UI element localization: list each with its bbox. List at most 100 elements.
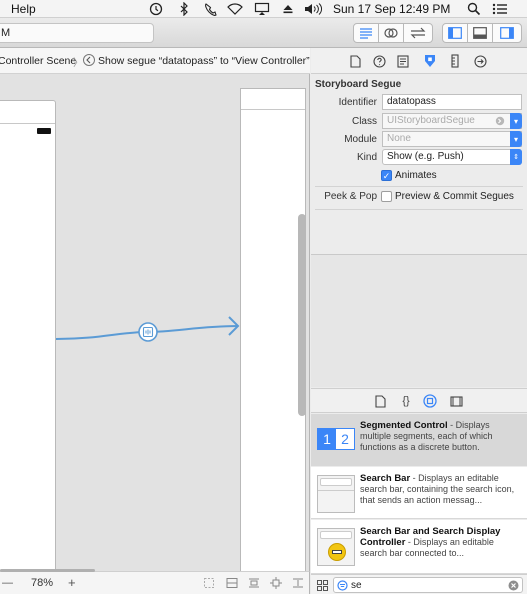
class-go-icon[interactable]: [495, 116, 505, 126]
menubar-clock[interactable]: Sun 17 Sep 12:49 PM: [333, 2, 450, 16]
version-editor-icon: [410, 27, 426, 39]
class-placeholder: UIStoryboardSegue: [387, 115, 475, 126]
volume-icon[interactable]: [303, 1, 325, 17]
zoom-in-button[interactable]: +: [68, 575, 76, 590]
library-item-search-bar[interactable]: Search Bar - Displays an editable search…: [311, 467, 527, 519]
class-field[interactable]: UIStoryboardSegue ▾: [382, 113, 522, 129]
menu-bar: Help Sun 17 Sep 12:49 PM: [0, 0, 527, 18]
utilities-area: Storyboard Segue Identifier datatopass C…: [311, 48, 527, 594]
airplay-icon[interactable]: [254, 1, 270, 17]
peek-pop-checkbox[interactable]: [381, 191, 392, 202]
help-icon: [372, 54, 386, 68]
inspector-empty-area: [311, 255, 527, 387]
segue-connection[interactable]: [0, 74, 310, 571]
section-divider: [315, 209, 523, 210]
notification-center-icon[interactable]: [492, 1, 508, 17]
wifi-icon[interactable]: [227, 1, 243, 17]
module-placeholder: None: [387, 133, 411, 144]
animates-checkbox[interactable]: ✓: [381, 170, 392, 181]
library-item-text: Search Bar - Displays an editable search…: [360, 473, 522, 506]
object-library-icon: [423, 394, 437, 408]
library-tabs: {}: [311, 388, 527, 413]
segment-one: 1: [318, 429, 336, 449]
identifier-label: Identifier: [338, 97, 377, 108]
segmented-control-icon: 1 2: [317, 428, 355, 450]
resolve-issues-icon[interactable]: [292, 577, 304, 589]
utilities-panel-icon: [500, 27, 514, 39]
library-filter-input[interactable]: se: [333, 577, 523, 593]
ruler-icon: [451, 54, 459, 68]
file-template-icon: [374, 394, 386, 408]
object-library-tab[interactable]: [422, 393, 438, 409]
canvas-vertical-scrollbar[interactable]: [298, 214, 306, 416]
zoom-level[interactable]: 78%: [31, 577, 53, 589]
module-label: Module: [344, 134, 377, 145]
spotlight-search-icon[interactable]: [467, 1, 481, 17]
kind-popup[interactable]: Show (e.g. Push) ⇕: [382, 149, 522, 165]
segue-circle-icon: [83, 54, 95, 66]
size-inspector-tab[interactable]: [447, 53, 463, 69]
breadcrumb-separator-icon: 〉: [73, 57, 84, 69]
toggle-navigator-button[interactable]: [442, 23, 468, 43]
quick-help-tab[interactable]: [371, 53, 387, 69]
jump-bar: Controller Scene 〉 Show segue “datatopas…: [0, 48, 310, 74]
media-film-icon: [449, 395, 463, 407]
attributes-shield-icon: [425, 55, 435, 67]
canvas-horizontal-scrollbar[interactable]: [0, 569, 95, 572]
attributes-inspector-tab[interactable]: [422, 53, 438, 69]
identity-card-icon: [397, 54, 409, 68]
breadcrumb-scene[interactable]: Controller Scene: [0, 55, 76, 67]
library-item-search-display-controller[interactable]: Search Bar and Search Display Controller…: [311, 520, 527, 574]
peek-pop-label: Peek & Pop: [324, 191, 377, 202]
identifier-field[interactable]: datatopass: [382, 94, 522, 110]
pin-icon[interactable]: [270, 577, 282, 589]
module-field[interactable]: None ▾: [382, 131, 522, 147]
media-library-tab[interactable]: [448, 393, 464, 409]
grid-view-icon[interactable]: [317, 580, 328, 591]
section-title: Storyboard Segue: [315, 79, 402, 90]
search-bar-icon: [317, 475, 355, 513]
library-filter-bar: se: [311, 574, 527, 594]
kind-value: Show (e.g. Push): [387, 151, 464, 162]
standard-editor-button[interactable]: [353, 23, 379, 43]
search-display-controller-icon: [317, 528, 355, 566]
stack-icon[interactable]: [226, 577, 238, 589]
animates-label: Animates: [395, 170, 437, 181]
time-machine-icon[interactable]: [149, 1, 163, 17]
assistant-editor-icon: [384, 28, 398, 38]
kind-label: Kind: [356, 152, 377, 163]
chevron-down-icon[interactable]: ▾: [510, 131, 522, 147]
eject-icon[interactable]: [282, 1, 294, 17]
library-item-text: Search Bar and Search Display Controller…: [360, 526, 522, 559]
storyboard-canvas[interactable]: [0, 74, 310, 571]
library-item-segmented-control[interactable]: 1 2 Segmented Control - Displays multipl…: [311, 414, 527, 466]
file-template-library-tab[interactable]: [372, 393, 388, 409]
clear-filter-icon[interactable]: [508, 580, 519, 591]
align-icon[interactable]: [248, 577, 260, 589]
phone-icon[interactable]: [203, 1, 217, 17]
assistant-editor-button[interactable]: [378, 23, 404, 43]
activity-viewer[interactable]: M: [0, 23, 154, 43]
file-inspector-tab[interactable]: [347, 53, 363, 69]
version-editor-button[interactable]: [403, 23, 433, 43]
breadcrumb-segue[interactable]: Show segue “datatopass” to “View Control…: [98, 55, 310, 67]
bluetooth-icon[interactable]: [178, 1, 190, 17]
chevron-down-icon[interactable]: ▾: [510, 113, 522, 129]
toggle-utilities-button[interactable]: [492, 23, 522, 43]
updown-chevron-icon[interactable]: ⇕: [510, 149, 522, 165]
menu-help[interactable]: Help: [11, 2, 36, 16]
standard-editor-icon: [360, 28, 372, 39]
library-item-text: Segmented Control - Displays multiple se…: [360, 420, 522, 453]
zoom-out-button[interactable]: —: [2, 577, 13, 589]
connections-inspector-tab[interactable]: [472, 53, 488, 69]
library-item-title: Search Bar: [360, 473, 411, 484]
library-filter-text: se: [351, 580, 362, 591]
canvas-bottom-bar: — 78% +: [0, 569, 310, 594]
braces-icon: {}: [402, 395, 410, 407]
debug-area-icon: [473, 27, 487, 39]
connection-arrow-icon: [473, 54, 487, 68]
code-snippet-library-tab[interactable]: {}: [398, 393, 414, 409]
update-frames-icon[interactable]: [203, 577, 215, 589]
identity-inspector-tab[interactable]: [395, 53, 411, 69]
toggle-debug-area-button[interactable]: [467, 23, 493, 43]
